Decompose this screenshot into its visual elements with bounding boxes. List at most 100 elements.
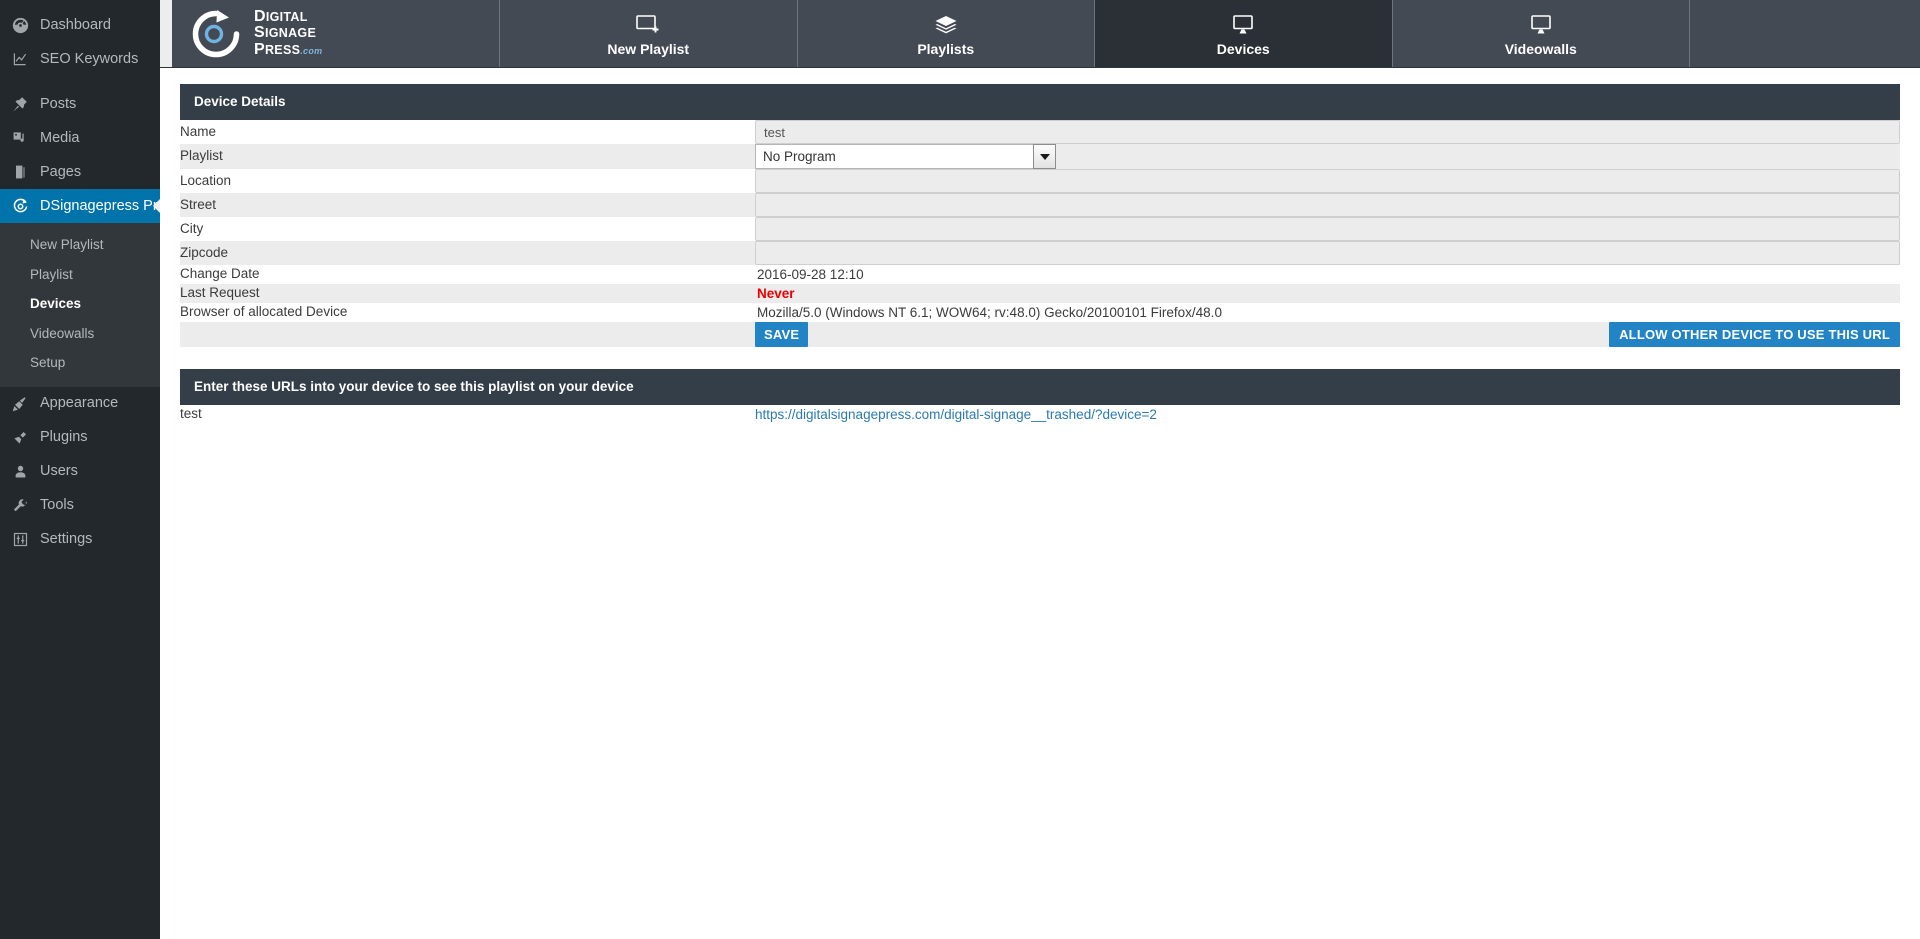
dashboard-icon <box>9 15 31 35</box>
wrench-icon <box>9 496 31 516</box>
field-label-change-date: Change Date <box>180 265 755 285</box>
street-input[interactable] <box>755 193 1900 218</box>
layers-icon <box>933 10 959 36</box>
field-label-name: Name <box>180 120 755 145</box>
tab-new-playlist[interactable]: New Playlist <box>500 0 798 67</box>
device-details-table: Name Playlist No Program <box>180 120 1900 347</box>
sidebar-subitem-playlist[interactable]: Playlist <box>0 260 160 290</box>
urls-panel-title: Enter these URLs into your device to see… <box>180 368 1900 406</box>
table-row: Browser of allocated Device Mozilla/5.0 … <box>180 302 1900 322</box>
field-value-last-request: Never <box>755 284 1900 303</box>
field-value-street <box>755 193 1900 218</box>
sidebar-divider <box>0 76 160 87</box>
chevron-down-icon[interactable] <box>1033 144 1056 170</box>
url-device-name: test <box>180 405 755 424</box>
table-row: Name <box>180 120 1900 145</box>
sidebar-item-label: SEO Keywords <box>40 50 139 67</box>
table-row: Change Date 2016-09-28 12:10 <box>180 265 1900 285</box>
media-icon <box>9 128 31 148</box>
sidebar-item-posts[interactable]: Posts <box>0 87 160 121</box>
table-row: Street <box>180 193 1900 218</box>
sidebar-item-label: Plugins <box>40 429 88 446</box>
content-area: Device Details Name Playlist No Program <box>160 68 1920 424</box>
sidebar-item-settings[interactable]: Settings <box>0 523 160 557</box>
table-row: Location <box>180 169 1900 194</box>
sidebar-item-users[interactable]: Users <box>0 455 160 489</box>
field-value-zipcode <box>755 241 1900 266</box>
circular-arrow-logo-icon <box>190 8 242 60</box>
logo-suffix: .com <box>300 45 323 56</box>
sidebar-item-appearance[interactable]: Appearance <box>0 387 160 421</box>
brush-icon <box>9 394 31 414</box>
field-label-playlist: Playlist <box>180 144 755 170</box>
sidebar-subitem-label: Setup <box>30 355 66 371</box>
table-row: Last Request Never <box>180 284 1900 303</box>
city-input[interactable] <box>755 217 1900 242</box>
field-label-location: Location <box>180 169 755 194</box>
allow-other-device-button[interactable]: ALLOW OTHER DEVICE TO USE THIS URL <box>1609 321 1900 347</box>
sidebar-item-seo-keywords[interactable]: SEO Keywords <box>0 42 160 76</box>
sidebar-subitem-new-playlist[interactable]: New Playlist <box>0 230 160 260</box>
list-item: test https://digitalsignagepress.com/dig… <box>180 405 1900 424</box>
top-navigation: DIGITAL SIGNAGE PRESS.com New Playlist P… <box>160 0 1920 68</box>
sidebar-item-label: Pages <box>40 163 82 180</box>
user-icon <box>9 462 31 482</box>
field-value-city <box>755 217 1900 242</box>
dsignage-icon <box>9 196 31 216</box>
monitor-icon <box>1528 10 1554 36</box>
sidebar-subitem-setup[interactable]: Setup <box>0 348 160 378</box>
save-button[interactable]: SAVE <box>755 321 809 347</box>
sidebar-item-label: DSignagepress Pro <box>40 197 166 214</box>
chart-icon <box>9 49 31 69</box>
field-value-browser: Mozilla/5.0 (Windows NT 6.1; WOW64; rv:4… <box>755 302 1900 322</box>
logo-line-2: SIGNAGE <box>254 24 317 42</box>
sidebar-item-pages[interactable]: Pages <box>0 155 160 189</box>
field-label-city: City <box>180 217 755 242</box>
zipcode-input[interactable] <box>755 241 1900 266</box>
status-badge: Never <box>757 286 795 302</box>
tab-playlists[interactable]: Playlists <box>797 0 1095 67</box>
table-row: City <box>180 217 1900 242</box>
sidebar-item-media[interactable]: Media <box>0 121 160 155</box>
sidebar-item-plugins[interactable]: Plugins <box>0 421 160 455</box>
tab-devices[interactable]: Devices <box>1095 0 1393 67</box>
sidebar-subitem-devices[interactable]: Devices <box>0 289 160 319</box>
sidebar-subitem-label: New Playlist <box>30 237 104 252</box>
brand-wordmark: DIGITAL SIGNAGE PRESS.com <box>254 8 323 58</box>
plug-icon <box>9 428 31 448</box>
new-screen-icon <box>635 10 661 36</box>
device-details-title: Device Details <box>180 84 1900 121</box>
sidebar-item-label: Media <box>40 129 80 146</box>
device-details-panel: Device Details Name Playlist No Program <box>180 84 1900 347</box>
sidebar-item-tools[interactable]: Tools <box>0 489 160 523</box>
actions-cell: ALLOW OTHER DEVICE TO USE THIS URL SAVE <box>755 321 1900 347</box>
sidebar-item-label: Settings <box>40 531 93 548</box>
name-input[interactable] <box>755 120 1900 145</box>
sidebar-item-dsignagepress-pro[interactable]: DSignagepress Pro <box>0 189 166 223</box>
pages-icon <box>9 162 31 182</box>
field-label-street: Street <box>180 193 755 218</box>
monitor-icon <box>1230 10 1256 36</box>
playlist-select-value: No Program <box>755 144 1033 170</box>
table-row: Playlist No Program <box>180 144 1900 170</box>
sliders-icon <box>9 530 31 550</box>
device-url-link[interactable]: https://digitalsignagepress.com/digital-… <box>755 407 1157 422</box>
admin-sidebar: Dashboard SEO Keywords Posts Media Pages… <box>0 0 166 939</box>
sidebar-item-dashboard[interactable]: Dashboard <box>0 8 160 42</box>
sidebar-subitem-videowalls[interactable]: Videowalls <box>0 319 160 349</box>
actions-spacer <box>180 321 755 347</box>
urls-table: test https://digitalsignagepress.com/dig… <box>180 405 1900 424</box>
field-label-browser: Browser of allocated Device <box>180 302 755 322</box>
location-input[interactable] <box>755 169 1900 194</box>
tab-label: Videowalls <box>1504 41 1577 57</box>
field-label-zipcode: Zipcode <box>180 241 755 266</box>
sidebar-subitem-label: Videowalls <box>30 325 95 341</box>
logo-line-1: DIGITAL <box>254 8 308 26</box>
logo-line-3: PRESS.com <box>254 40 323 58</box>
tab-videowalls[interactable]: Videowalls <box>1392 0 1690 67</box>
url-value-cell: https://digitalsignagepress.com/digital-… <box>755 405 1900 424</box>
sidebar-subitem-label: Devices <box>30 296 82 312</box>
playlist-select[interactable]: No Program <box>755 144 1056 170</box>
brand-logo[interactable]: DIGITAL SIGNAGE PRESS.com <box>160 0 500 67</box>
main-area: DIGITAL SIGNAGE PRESS.com New Playlist P… <box>160 0 1920 939</box>
